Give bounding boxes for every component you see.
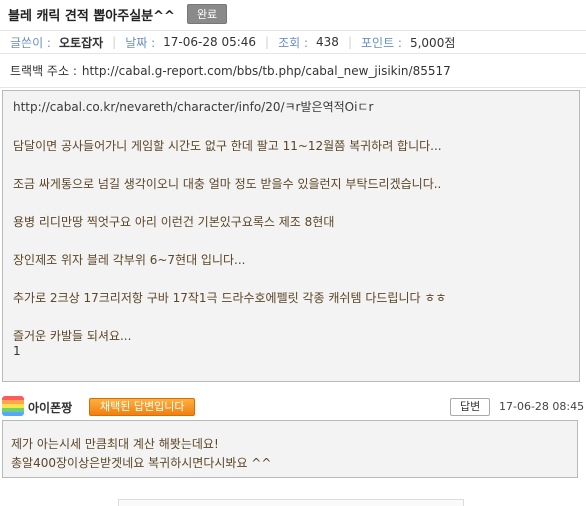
answer-body: 제가 아는시세 만큼최대 계산 해봣는데요! 총알400장이상은받겟네요 복귀하… <box>2 420 578 478</box>
points-value: 5,000점 <box>409 35 456 50</box>
body-line: 추가로 2크상 17크리저항 구바 17작1극 드라수호에펠릿 각종 캐쉬템 다… <box>13 291 447 305</box>
chosen-answer-badge: 채택된 답변입니다 <box>89 398 196 416</box>
author-name[interactable]: 오토잡자 <box>59 34 103 51</box>
body-line: 1 <box>13 344 21 358</box>
author-label: 글쓴이 : <box>10 35 51 50</box>
post-meta: 글쓴이 : 오토잡자 | 날짜 : 17-06-28 05:46 | 조회 : … <box>0 30 586 54</box>
meta-divider: | <box>265 35 270 49</box>
next-section-edge <box>118 499 464 506</box>
post-title: 블레 캐릭 견적 뽑아주실분^^ <box>8 8 175 24</box>
body-line: 용병 리디만땅 찍엇구요 아리 이런건 기본있구요록스 제조 8현대 <box>13 215 335 229</box>
status-badge: 완료 <box>186 4 228 24</box>
trackback-url[interactable]: http://cabal.g-report.com/bbs/tb.php/cab… <box>82 64 451 78</box>
body-line: 즐거운 카발들 되셔요... <box>13 329 132 343</box>
answer-date: 17-06-28 08:45 <box>499 400 585 413</box>
rainbow-heart-icon <box>2 396 24 416</box>
body-line: 담달이면 공사들어가니 게임할 시간도 없구 한데 팔고 11~12월쯤 복귀하… <box>13 139 442 153</box>
question-body: http://cabal.co.kr/nevareth/character/in… <box>2 90 580 382</box>
post-title-row: 블레 캐릭 견적 뽑아주실분^^ 완료 <box>8 4 228 24</box>
view-count: 438 <box>316 35 339 49</box>
post-date: 17-06-28 05:46 <box>163 35 257 49</box>
character-link[interactable]: http://cabal.co.kr/nevareth/character/in… <box>13 100 569 115</box>
answer-header: 아이폰짱 채택된 답변입니다 답변 17-06-28 08:45 <box>0 396 586 418</box>
date-label: 날짜 : <box>125 35 156 50</box>
meta-divider: | <box>112 35 117 49</box>
meta-divider: | <box>347 35 352 49</box>
answer-line: 총알400장이상은받겟네요 복귀하시면다시봐요 ^^ <box>11 456 272 470</box>
reply-button[interactable]: 답변 <box>450 398 491 416</box>
trackback-row: 트랙백 주소 : http://cabal.g-report.com/bbs/t… <box>0 54 586 88</box>
body-line: 조금 싸게통으로 넘길 생각이오니 대충 얼마 정도 받을수 있을런지 부탁드리… <box>13 177 442 191</box>
views-label: 조회 : <box>278 35 309 50</box>
answerer-nickname[interactable]: 아이폰짱 <box>28 399 72 416</box>
answer-line: 제가 아는시세 만큼최대 계산 해봣는데요! <box>11 437 219 451</box>
trackback-label: 트랙백 주소 : <box>10 64 77 78</box>
body-line: 장인제조 위자 블레 각부위 6~7현대 입니다... <box>13 253 246 267</box>
points-label: 포인트 : <box>360 35 402 50</box>
